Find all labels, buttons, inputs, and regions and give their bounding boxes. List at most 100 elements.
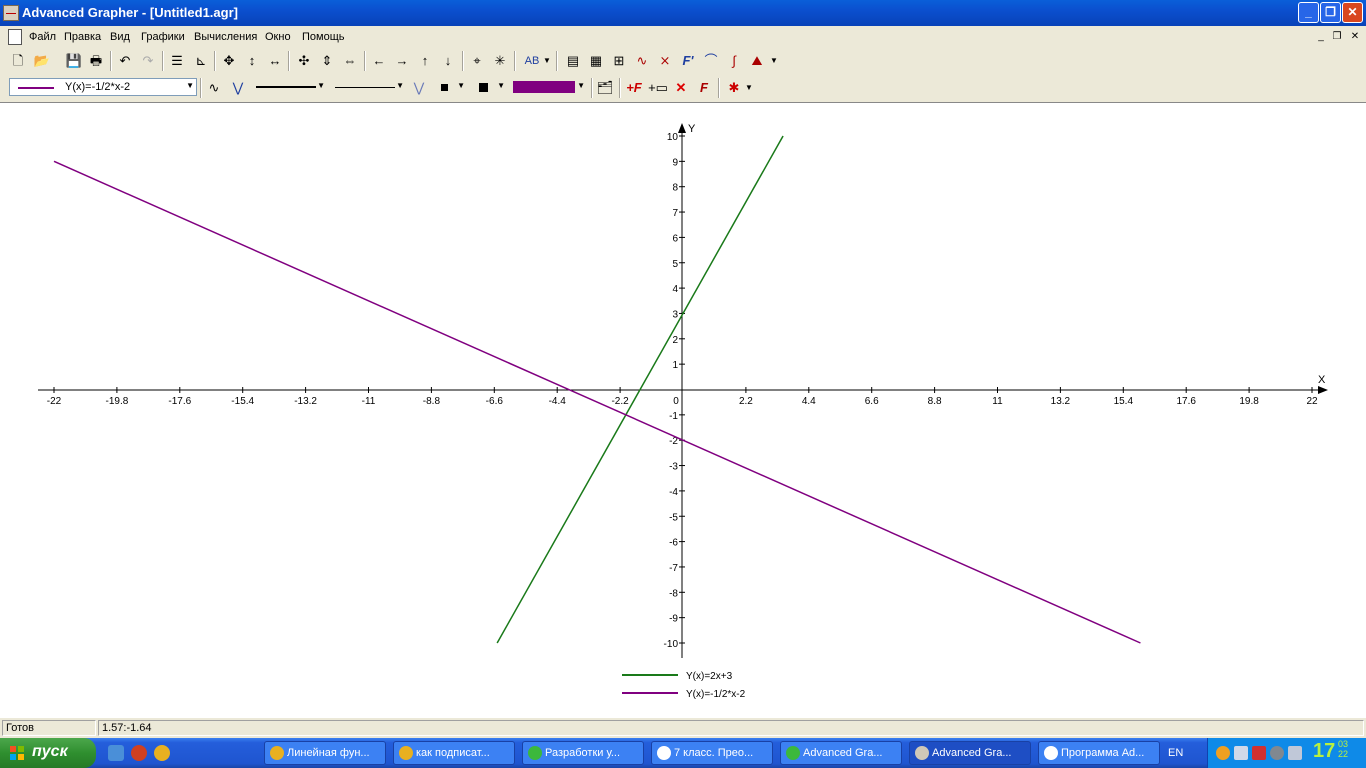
scroll-down-icon[interactable]: ↓ (438, 51, 458, 71)
print-icon[interactable]: 🖶 (86, 51, 106, 71)
line-style-select[interactable]: ▼ (331, 78, 407, 96)
x-tick-label: -8.8 (423, 396, 441, 407)
new-file-icon[interactable]: 🗋 (8, 51, 28, 71)
restore-button[interactable]: ❐ (1320, 2, 1341, 23)
main-toolbar: 🗋 📂 💾 🖶 ↶ ↷ ☰ ⊾ ✥ ↕ ↔ ✣ ⇕ ⇔ ← → ↑ ↓ ⌖ ✳ … (0, 48, 1366, 74)
marker-size-select[interactable]: ▼ (434, 78, 468, 96)
menu-graphs[interactable]: Графики (141, 31, 185, 43)
graph-select[interactable]: Y(x)=-1/2*x-2 ▼ (9, 78, 197, 96)
graph-properties-icon[interactable]: 🗂 (595, 78, 615, 98)
menu-view[interactable]: Вид (110, 31, 130, 43)
intersection-icon[interactable]: ⨯ (655, 51, 675, 71)
graph-list-icon[interactable]: ☰ (167, 51, 187, 71)
x-tick-label: -17.6 (168, 396, 191, 407)
menu-help[interactable]: Помощь (302, 31, 345, 43)
taskbar-item[interactable]: Линейная фун... (264, 741, 386, 765)
menu-window[interactable]: Окно (265, 31, 291, 43)
taskbar-item[interactable]: как подписат... (393, 741, 515, 765)
text-label-icon[interactable]: AB (519, 51, 545, 71)
move-icon[interactable]: ✥ (219, 51, 239, 71)
menu-edit[interactable]: Правка (64, 31, 101, 43)
scroll-up-icon[interactable]: ↑ (415, 51, 435, 71)
language-indicator[interactable]: EN (1168, 747, 1183, 759)
zoom-out-icon[interactable]: ✣ (294, 51, 314, 71)
series-line[interactable] (53, 160, 1141, 644)
scroll-left-icon[interactable]: ← (369, 51, 389, 71)
graph-canvas[interactable]: XY -22 -19.8 -17.6 -15.4 -13.2 -11 -8.8 -6.6 -4.… (0, 102, 1366, 719)
chevron-down-icon: ▼ (577, 81, 585, 90)
taskbar-item[interactable]: Advanced Gra... (780, 741, 902, 765)
chrome-icon[interactable] (154, 745, 170, 761)
table-icon[interactable]: ⊞ (609, 51, 629, 71)
y-tick-label: -5 (669, 512, 678, 523)
app-icon[interactable] (3, 5, 19, 21)
chevron-down-icon: ▼ (317, 81, 325, 90)
stretch-horizontal-icon[interactable]: ↔ (265, 51, 285, 71)
antivirus-icon[interactable] (1252, 746, 1266, 760)
menu-calculations[interactable]: Вычисления (194, 31, 257, 43)
plot-svg[interactable]: XY -22 -19.8 -17.6 -15.4 -13.2 -11 -8.8 -6.6 -4.… (0, 103, 1366, 719)
mdi-minimize-button[interactable]: _ (1314, 30, 1328, 43)
compress-horizontal-icon[interactable]: ⇔ (340, 51, 360, 71)
taskbar-item[interactable]: 7 класс. Прео... (651, 741, 773, 765)
status-state: Готов (2, 720, 96, 736)
axes-icon[interactable]: ⊾ (191, 51, 211, 71)
mdi-close-button[interactable]: ✕ (1348, 30, 1362, 43)
y-tick-label: 9 (672, 157, 678, 168)
crosshair-icon[interactable]: ⌖ (467, 51, 487, 71)
stretch-vertical-icon[interactable]: ↕ (242, 51, 262, 71)
dropdown-arrow-icon[interactable]: ▼ (543, 51, 551, 71)
mdi-restore-button[interactable]: ❐ (1330, 30, 1344, 43)
compress-vertical-icon[interactable]: ⇕ (317, 51, 337, 71)
line-width-select[interactable]: ▼ (252, 78, 328, 96)
marker-style-icon[interactable]: ⋁ (409, 78, 429, 98)
minimize-button[interactable]: _ (1298, 2, 1319, 23)
add-table-icon[interactable]: +▭ (648, 78, 668, 98)
clock-hour[interactable]: 17 (1313, 740, 1335, 763)
undo-icon[interactable]: ↶ (115, 51, 135, 71)
network-icon[interactable] (1234, 746, 1248, 760)
add-graph-icon[interactable]: +F (624, 78, 644, 98)
start-button[interactable]: пуск (0, 738, 96, 768)
page-icon[interactable]: ▤ (563, 51, 583, 71)
opera-icon[interactable] (131, 745, 147, 761)
edit-formula-icon[interactable]: F (694, 78, 714, 98)
x-tick-label: 17.6 (1176, 396, 1196, 407)
x-tick-label: 4.4 (802, 396, 816, 407)
taskbar-item[interactable]: Программа Ad... (1038, 741, 1160, 765)
taskbar-item[interactable]: Advanced Gra... (909, 741, 1031, 765)
save-icon[interactable]: 💾 (64, 51, 84, 71)
settings-icon[interactable] (1270, 746, 1284, 760)
green-cube-icon (786, 746, 800, 760)
show-desktop-icon[interactable] (108, 745, 124, 761)
close-button[interactable]: ✕ (1342, 2, 1363, 23)
y-tick-label: 4 (672, 284, 678, 295)
curve-style-icon[interactable]: ∿ (204, 78, 224, 98)
open-folder-icon[interactable]: 📂 (32, 51, 52, 71)
y-tick-label: 6 (672, 233, 678, 244)
document-icon[interactable] (8, 29, 22, 45)
x-axis-label: X (1318, 374, 1326, 386)
toolbar-overflow-icon[interactable]: ▼ (744, 78, 754, 98)
color-select[interactable]: ▼ (510, 78, 588, 96)
volume-icon[interactable] (1288, 746, 1302, 760)
point-size-select[interactable]: ▼ (472, 78, 508, 96)
derivative-icon[interactable]: F' (678, 51, 698, 71)
menu-file[interactable]: Файл (29, 31, 56, 43)
point-icon[interactable]: ✱ (724, 78, 744, 98)
redo-icon[interactable]: ↷ (138, 51, 158, 71)
trace-icon[interactable]: ✳ (490, 51, 510, 71)
tray-app-icon[interactable] (1216, 746, 1230, 760)
toolbar-overflow-icon[interactable]: ▼ (769, 51, 779, 71)
area-icon[interactable]: ⛰ (747, 51, 767, 71)
delete-graph-icon[interactable]: ✕ (671, 78, 691, 98)
roots-icon[interactable]: ∿ (632, 51, 652, 71)
x-tick-label: 11 (992, 396, 1003, 407)
calculator-icon[interactable]: ▦ (586, 51, 606, 71)
taskbar-item[interactable]: Разработки у... (522, 741, 644, 765)
integral-icon[interactable]: ∫ (724, 51, 744, 71)
tangent-icon[interactable]: ⌒ (701, 51, 721, 71)
points-style-icon[interactable]: ⋁ (228, 78, 248, 98)
scroll-right-icon[interactable]: → (392, 51, 412, 71)
word-icon (1044, 746, 1058, 760)
